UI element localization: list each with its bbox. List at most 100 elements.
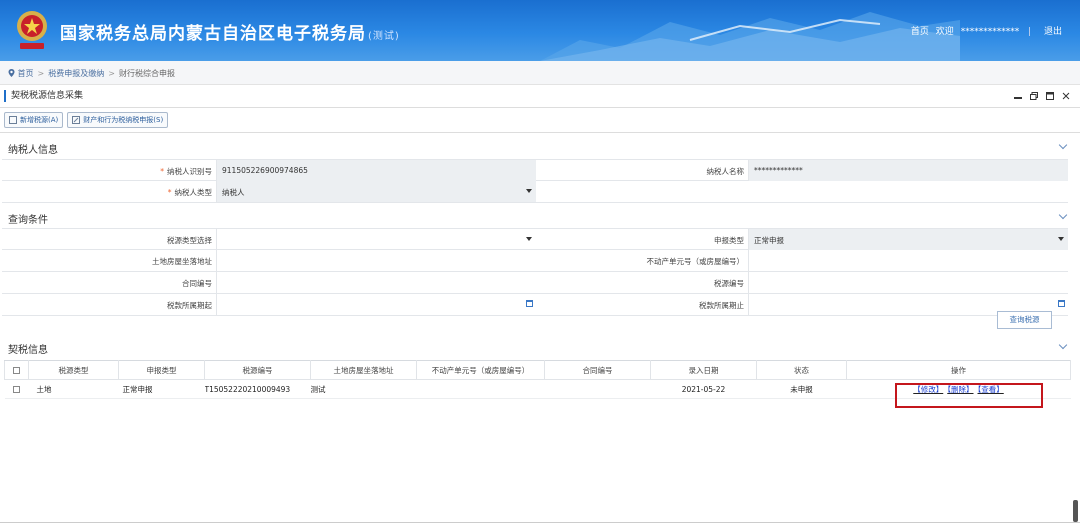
taxpayer-section-title: 纳税人信息	[8, 145, 58, 156]
highlight-box	[895, 383, 1043, 408]
query-row-1: 税源类型选择 申报类型 正常申报	[2, 228, 1068, 250]
taxpayer-id-label-text: 纳税人识别号	[167, 167, 212, 176]
calendar-icon[interactable]	[1058, 300, 1065, 307]
divider	[0, 107, 1080, 108]
breadcrumb-tax-declare[interactable]: 税费申报及缴纳	[48, 69, 104, 78]
period-start-label: 税款所属期起	[167, 301, 212, 310]
add-tax-source-label: 新增税源(A)	[20, 116, 59, 124]
user-name: *************	[960, 27, 1020, 37]
chevron-down-icon[interactable]	[1058, 340, 1068, 350]
window-controls	[1014, 92, 1070, 100]
query-section-title: 查询条件	[8, 215, 48, 226]
column-header: 不动产单元号（或房屋编号）	[416, 360, 545, 380]
header-user-area: 首页 欢迎 ************* | 退出	[907, 24, 1062, 37]
cell-realty-no	[416, 379, 545, 399]
select-all-checkbox[interactable]	[13, 367, 20, 374]
maximize-icon[interactable]	[1046, 92, 1054, 100]
column-header: 土地房屋坐落地址	[310, 360, 417, 380]
logout-link[interactable]: 退出	[1044, 27, 1062, 37]
cell-status: 未申报	[756, 379, 847, 399]
chevron-down-icon[interactable]	[1058, 140, 1068, 150]
source-type-select[interactable]	[216, 229, 536, 250]
select-all-cell	[4, 360, 29, 380]
query-tax-source-button[interactable]: 查询税源	[997, 311, 1052, 329]
declare-type-label: 申报类型	[714, 236, 744, 245]
header-separator: |	[1028, 27, 1032, 37]
taxpayer-type-label-text: 纳税人类型	[174, 188, 213, 197]
column-header: 申报类型	[118, 360, 205, 380]
dropdown-caret-icon	[1058, 237, 1064, 241]
test-tag: (测试)	[368, 31, 400, 42]
home-link[interactable]: 首页	[911, 27, 929, 37]
cell-address: 测试	[310, 379, 417, 399]
source-no-input[interactable]	[748, 272, 1068, 293]
close-icon[interactable]	[1062, 92, 1070, 100]
row-select-cell	[4, 379, 29, 399]
query-row-4: 税款所属期起 税款所属期止	[2, 294, 1068, 316]
property-behavior-declare-label: 财产和行为税纳税申报(S)	[83, 116, 164, 124]
chevron-down-icon[interactable]	[1058, 210, 1068, 220]
realty-no-label: 不动产单元号（或房屋编号）	[646, 257, 745, 266]
taxpayer-id-label: * 纳税人识别号	[160, 166, 212, 177]
great-wall-banner-image	[540, 12, 960, 61]
query-row-3: 合同编号 税源编号	[2, 272, 1068, 294]
declare-type-value: 正常申报	[754, 236, 784, 245]
dropdown-caret-icon	[526, 237, 532, 241]
taxpayer-id-field[interactable]: 911505226900974865	[216, 160, 536, 181]
welcome-text: 欢迎	[935, 27, 954, 37]
cell-contract	[544, 379, 651, 399]
source-no-label: 税源编号	[714, 279, 744, 288]
breadcrumb: 首页 > 税费申报及缴纳 > 财行税综合申报	[0, 61, 1080, 85]
realty-no-input[interactable]	[748, 250, 1068, 271]
save-icon	[9, 116, 17, 124]
taxpayer-name-field[interactable]: *************	[748, 160, 1068, 181]
taxpayer-type-select[interactable]: 纳税人	[216, 181, 536, 202]
taxpayer-type-value: 纳税人	[222, 188, 245, 197]
query-row-2: 土地房屋坐落地址 不动产单元号（或房屋编号）	[2, 250, 1068, 272]
taxpayer-row-1: * 纳税人识别号 911505226900974865 纳税人名称 *******…	[2, 159, 1068, 181]
add-tax-source-button[interactable]: 新增税源(A)	[4, 112, 64, 128]
column-header: 合同编号	[544, 360, 651, 380]
deed-section-title: 契税信息	[8, 345, 48, 356]
address-label: 土地房屋坐落地址	[152, 257, 212, 266]
divider	[0, 132, 1080, 133]
declare-type-select[interactable]: 正常申报	[748, 229, 1068, 250]
cell-declare-type: 正常申报	[118, 379, 205, 399]
edit-icon	[72, 116, 81, 124]
cell-source-no: T15052220210009493	[204, 379, 311, 399]
property-behavior-declare-button[interactable]: 财产和行为税纳税申报(S)	[67, 112, 169, 128]
dropdown-caret-icon	[526, 189, 532, 193]
required-star: *	[160, 167, 164, 176]
taxpayer-type-label: * 纳税人类型	[168, 187, 212, 198]
source-type-label: 税源类型选择	[167, 236, 212, 245]
breadcrumb-home[interactable]: 首页	[18, 69, 34, 78]
divider	[0, 522, 1080, 523]
column-header: 税源编号	[204, 360, 311, 380]
contract-label: 合同编号	[182, 279, 212, 288]
breadcrumb-arrow: >	[108, 69, 115, 78]
site-header: 国家税务总局内蒙古自治区电子税务局 (测试) 首页 欢迎 ************…	[0, 0, 1080, 61]
site-title: 国家税务总局内蒙古自治区电子税务局 (测试)	[60, 19, 400, 44]
row-checkbox[interactable]	[13, 386, 20, 393]
breadcrumb-arrow: >	[37, 69, 45, 78]
address-input[interactable]	[216, 250, 536, 271]
period-start-input[interactable]	[216, 294, 536, 315]
national-emblem-logo	[17, 11, 47, 49]
column-header: 状态	[756, 360, 847, 380]
table-header-row: 税源类型 申报类型 税源编号 土地房屋坐落地址 不动产单元号（或房屋编号） 合同…	[4, 360, 1071, 380]
column-header: 操作	[846, 360, 1071, 380]
restore-icon[interactable]	[1030, 92, 1038, 100]
scrollbar-thumb[interactable]	[1073, 500, 1078, 522]
location-pin-icon	[8, 69, 15, 77]
taxpayer-row-2: * 纳税人类型 纳税人	[2, 181, 1068, 203]
required-star: *	[167, 188, 172, 197]
column-header: 税源类型	[28, 360, 119, 380]
contract-input[interactable]	[216, 272, 536, 293]
minimize-icon[interactable]	[1014, 92, 1022, 100]
breadcrumb-current: 财行税综合申报	[118, 69, 175, 78]
panel-title: 契税税源信息采集	[4, 90, 83, 102]
site-title-text: 国家税务总局内蒙古自治区电子税务局	[60, 24, 366, 44]
column-header: 录入日期	[650, 360, 757, 380]
calendar-icon[interactable]	[526, 300, 533, 307]
cell-source-type: 土地	[28, 379, 119, 399]
